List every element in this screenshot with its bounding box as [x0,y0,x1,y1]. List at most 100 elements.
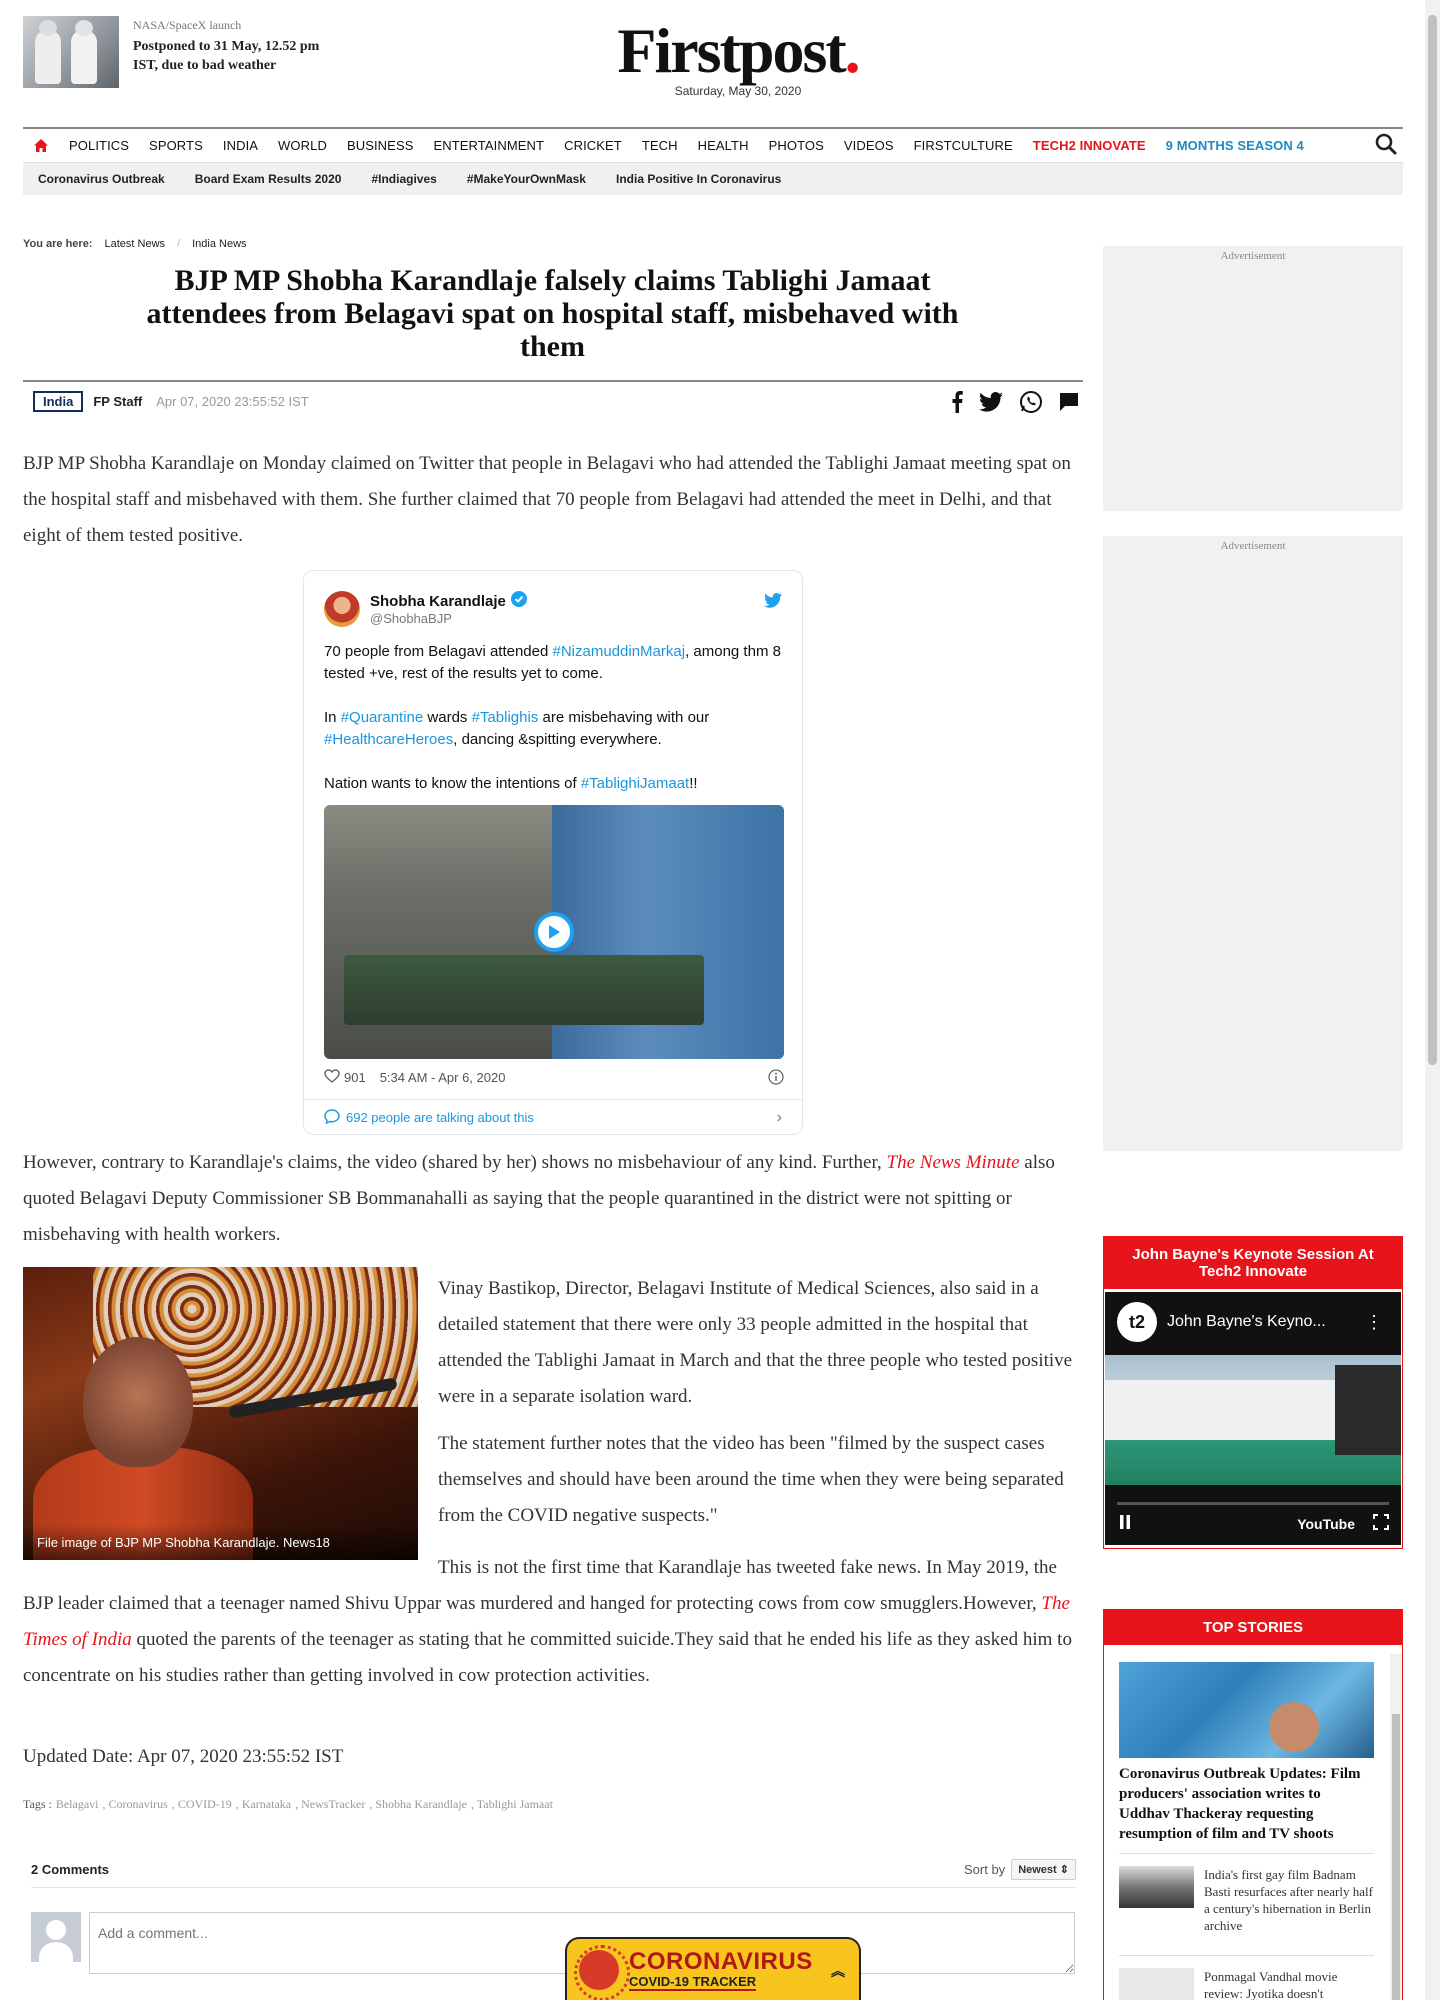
talking-count[interactable]: 692 people are talking about this [346,1110,534,1125]
firstpost-thumbnail[interactable] [1119,1968,1194,2000]
tag-link[interactable]: , Karnataka [236,1797,291,1812]
pause-icon[interactable] [1119,1515,1131,1532]
top-story-main[interactable]: Coronavirus Outbreak Updates: Film produ… [1119,1662,1374,1844]
like-count[interactable]: 901 [344,1070,366,1085]
advertisement-slot[interactable]: Advertisement [1103,246,1403,511]
verified-icon [510,591,527,611]
top-stories-scrollbar[interactable] [1390,1654,1402,2000]
nav-tech2-innovate[interactable]: TECH2 INNOVATE [1023,138,1156,153]
chevron-up-icon[interactable]: ︽ [831,1961,845,1981]
nav-9-months[interactable]: 9 MONTHS SEASON 4 [1156,138,1314,153]
embedded-tweet[interactable]: Shobha Karandlaje @ShobhaBJP 70 people f… [303,570,803,1135]
promo-story[interactable]: NASA/SpaceX launch Postponed to 31 May, … [23,16,343,88]
promo-kicker: NASA/SpaceX launch [133,18,242,32]
tweet-avatar[interactable] [324,591,360,627]
site-header: NASA/SpaceX launch Postponed to 31 May, … [23,16,1403,116]
tag-link[interactable]: , Shobha Karandlaje [369,1797,467,1812]
hashtag-link[interactable]: #Quarantine [341,709,424,726]
tweet-handle[interactable]: @ShobhaBJP [370,611,527,626]
breadcrumb-india-news[interactable]: India News [192,238,246,250]
tweet-text-2b: wards [423,709,472,726]
page-scroll-thumb[interactable] [1428,15,1437,1065]
category-badge[interactable]: India [33,390,84,412]
nav-health[interactable]: HEALTH [688,138,759,153]
top-story-headline[interactable]: Coronavirus Outbreak Updates: Film produ… [1119,1764,1374,1844]
nav-entertainment[interactable]: ENTERTAINMENT [423,138,554,153]
tag-link[interactable]: Belagavi [56,1797,99,1812]
nav-tech[interactable]: TECH [632,138,688,153]
nav-sports[interactable]: SPORTS [139,138,213,153]
search-icon[interactable] [1375,133,1397,160]
nav-politics[interactable]: POLITICS [59,138,139,153]
play-icon[interactable] [534,912,574,952]
tweet-timestamp[interactable]: 5:34 AM - Apr 6, 2020 [380,1070,506,1085]
trending-coronavirus[interactable]: Coronavirus Outbreak [23,172,180,186]
hashtag-link[interactable]: #NizamuddinMarkaj [553,643,686,660]
heart-icon[interactable] [324,1069,340,1086]
tracker-subtitle[interactable]: COVID-19 TRACKER [629,1974,757,1991]
trending-board-exam[interactable]: Board Exam Results 2020 [180,172,357,186]
news-minute-link[interactable]: The News Minute [887,1152,1020,1173]
nav-cricket[interactable]: CRICKET [554,138,632,153]
whatsapp-icon[interactable] [1019,390,1043,419]
info-icon[interactable] [768,1069,784,1088]
nav-india[interactable]: INDIA [213,138,268,153]
top-story-item[interactable]: India's first gay film Badnam Basti resu… [1119,1853,1374,1934]
hashtag-link[interactable]: #Tablighis [472,709,539,726]
top-story-item[interactable]: Ponmagal Vandhal movie review: Jyotika d… [1119,1955,1374,2000]
avatar [31,1912,81,1962]
comments-section: 2 Comments Sort by Newest ⇕ [31,1852,1076,1974]
tweet-conversation-link[interactable]: 692 people are talking about this › [304,1099,802,1135]
covid-tracker-widget[interactable]: CORONAVIRUS COVID-19 TRACKER ︽ [565,1937,861,2000]
nav-world[interactable]: WORLD [268,138,337,153]
author-name[interactable]: FP Staff [93,394,142,409]
trending-indiagives[interactable]: #Indiagives [356,172,451,186]
featured-video-box: John Bayne's Keynote Session At Tech2 In… [1103,1236,1403,1549]
youtube-logo[interactable]: YouTube [1297,1516,1355,1532]
top-stories-title: TOP STORIES [1104,1610,1402,1645]
facebook-icon[interactable] [951,391,963,418]
story-headline[interactable]: Ponmagal Vandhal movie review: Jyotika d… [1204,1968,1374,2000]
ad-label: Advertisement [1220,250,1286,262]
scroll-thumb[interactable] [1392,1714,1400,2000]
tag-link[interactable]: , Tablighi Jamaat [471,1797,553,1812]
comment-icon[interactable] [1059,392,1079,417]
tag-link[interactable]: , COVID-19 [172,1797,232,1812]
story-thumbnail[interactable] [1119,1866,1194,1908]
fullscreen-icon[interactable] [1373,1514,1389,1533]
youtube-player[interactable]: t2 John Bayne's Keyno... ⋮ YouTube [1105,1292,1401,1545]
video-box-title[interactable]: John Bayne's Keynote Session At Tech2 In… [1104,1237,1402,1289]
hashtag-link[interactable]: #HealthcareHeroes [324,731,453,748]
logo-text[interactable]: Firstpost [617,15,846,86]
video-name[interactable]: John Bayne's Keyno... [1167,1313,1326,1331]
nav-videos[interactable]: VIDEOS [834,138,904,153]
breadcrumb-latest-news[interactable]: Latest News [105,238,166,250]
tag-link[interactable]: , Coronavirus [102,1797,167,1812]
tweet-author-name[interactable]: Shobha Karandlaje [370,593,506,610]
nav-business[interactable]: BUSINESS [337,138,424,153]
video-progress-bar[interactable] [1117,1502,1389,1505]
nav-firstculture[interactable]: FIRSTCULTURE [904,138,1023,153]
site-logo[interactable]: Firstpost. Saturday, May 30, 2020 [573,15,903,99]
nav-photos[interactable]: PHOTOS [759,138,834,153]
trending-mask[interactable]: #MakeYourOwnMask [452,172,601,186]
main-nav: POLITICS SPORTS INDIA WORLD BUSINESS ENT… [23,127,1403,163]
channel-logo[interactable]: t2 [1117,1302,1157,1342]
story-headline[interactable]: India's first gay film Badnam Basti resu… [1204,1866,1374,1934]
advertisement-slot[interactable]: Advertisement [1103,536,1403,1151]
tweet-video[interactable] [324,805,784,1059]
hashtag-link[interactable]: #TablighiJamaat [581,775,689,792]
promo-headline[interactable]: Postponed to 31 May, 12.52 pm IST, due t… [133,37,343,75]
tag-link[interactable]: , NewsTracker [295,1797,365,1812]
top-story-image[interactable] [1119,1662,1374,1758]
home-icon[interactable] [23,139,59,152]
promo-thumbnail[interactable] [23,16,119,88]
sort-select[interactable]: Newest ⇕ [1011,1859,1076,1880]
trending-india-positive[interactable]: India Positive In Coronavirus [601,172,796,186]
page-scrollbar[interactable] [1425,0,1440,2000]
more-options-icon[interactable]: ⋮ [1365,1312,1383,1333]
tracker-title[interactable]: CORONAVIRUS [629,1950,813,1974]
twitter-icon[interactable] [979,392,1003,417]
sort-value[interactable]: Newest [1018,1864,1057,1876]
twitter-bird-icon[interactable] [764,593,782,613]
